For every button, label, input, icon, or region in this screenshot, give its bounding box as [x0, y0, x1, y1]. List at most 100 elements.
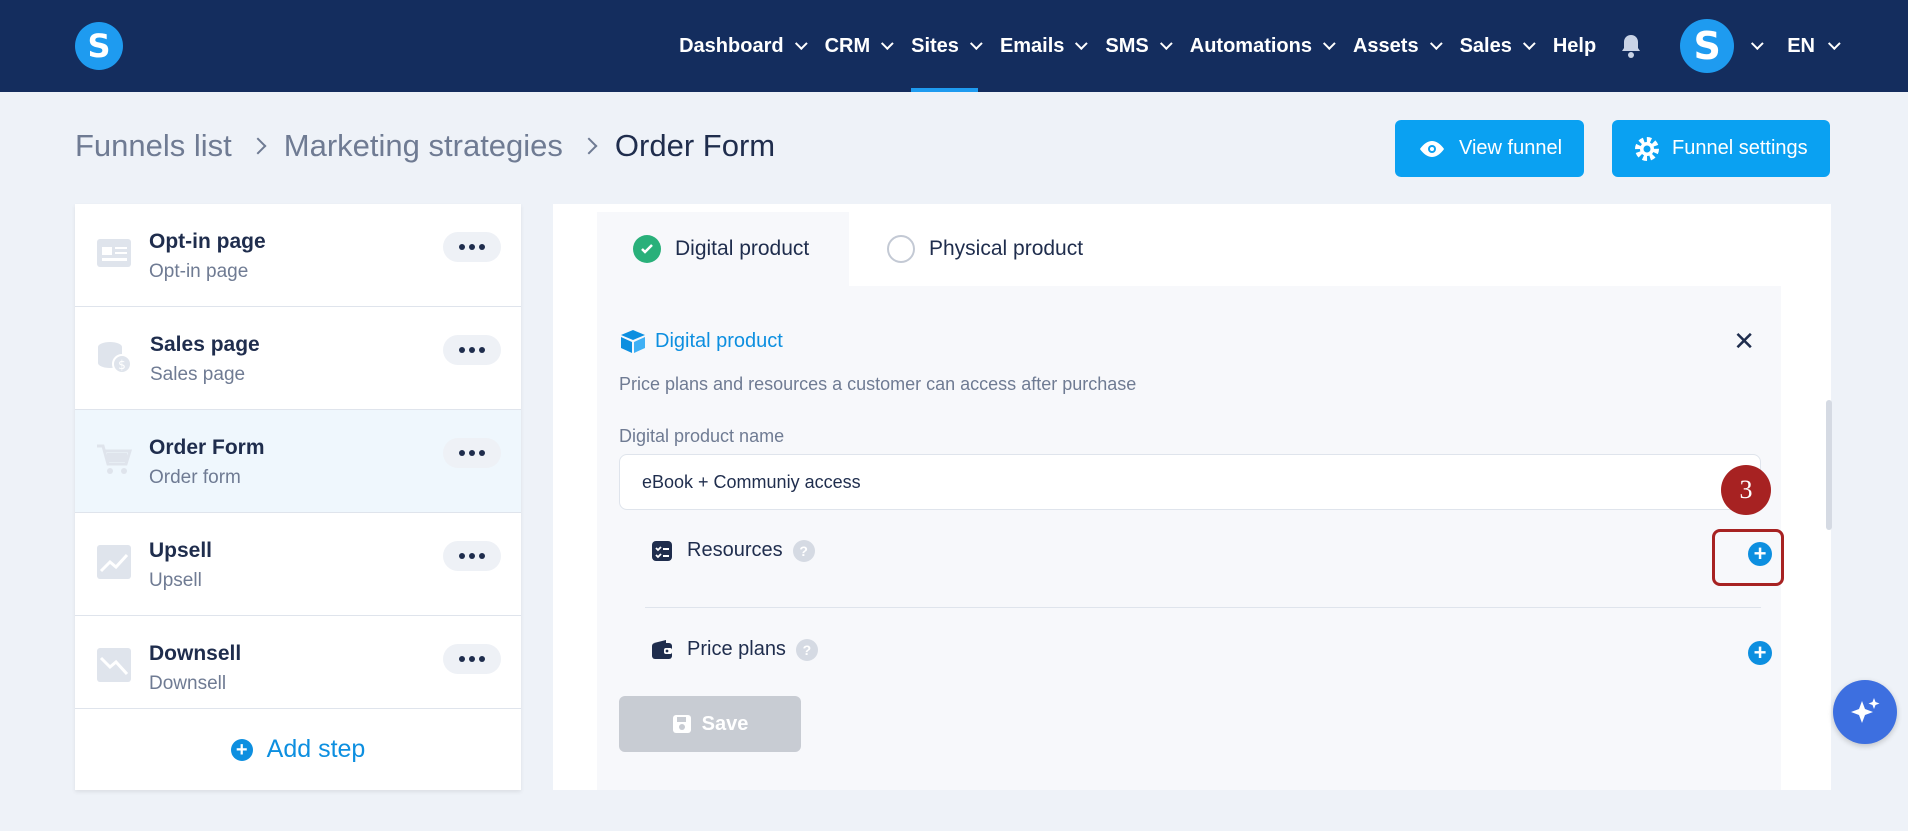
add-step-button[interactable]: + Add step: [75, 709, 521, 790]
chevron-right-icon: [580, 137, 598, 155]
nav-sales[interactable]: Sales: [1459, 0, 1536, 92]
chevron-down-icon: [881, 36, 894, 50]
more-options-button[interactable]: [443, 541, 501, 571]
nav-assets[interactable]: Assets: [1352, 0, 1443, 92]
help-icon[interactable]: ?: [795, 638, 818, 661]
chevron-down-icon: [1075, 36, 1089, 50]
chevron-down-icon: [969, 36, 983, 50]
more-options-button[interactable]: [443, 232, 501, 262]
chevron-down-icon: [1159, 36, 1173, 50]
breadcrumb-funnels-list[interactable]: Funnels list: [75, 128, 232, 164]
nav-emails[interactable]: Emails: [999, 0, 1089, 92]
scrollbar[interactable]: [1826, 400, 1832, 530]
price-plans-row: Price plans ?: [651, 638, 818, 661]
step-downsell[interactable]: Downsell Downsell: [75, 616, 521, 709]
top-navbar: S Dashboard CRM Sites Emails SMS Automat…: [0, 0, 1908, 92]
step-title: Opt-in page: [149, 230, 266, 253]
step-title: Upsell: [149, 539, 213, 562]
funnel-settings-button[interactable]: Funnel settings: [1612, 120, 1830, 177]
svg-text:$: $: [118, 358, 126, 372]
section-heading-label: Digital product: [655, 329, 783, 352]
nav-help[interactable]: Help: [1553, 0, 1596, 92]
cart-icon: [97, 444, 133, 474]
nav-label: Sales: [1459, 34, 1512, 57]
product-editor-panel: Digital product Physical product Digital…: [553, 204, 1831, 790]
nav-label: Emails: [999, 34, 1065, 57]
eye-icon: [1420, 140, 1444, 157]
nav-label: Dashboard: [679, 34, 784, 57]
sparkles-icon: [1851, 698, 1880, 723]
optin-page-icon: [97, 239, 131, 267]
tab-label: Physical product: [929, 237, 1084, 260]
chevron-down-icon: [1522, 36, 1536, 50]
more-options-button[interactable]: [443, 335, 501, 365]
breadcrumb: Funnels list Marketing strategies Order …: [75, 128, 775, 164]
step-title: Order Form: [149, 436, 265, 459]
add-price-plan-button[interactable]: +: [1748, 641, 1772, 665]
language-selector[interactable]: EN: [1787, 34, 1841, 58]
step-sales-page[interactable]: $ Sales page Sales page: [75, 307, 521, 410]
step-subtitle: Order form: [149, 467, 241, 488]
nav-sites[interactable]: Sites: [911, 0, 983, 92]
digital-product-form: Digital product ✕ Price plans and resour…: [597, 286, 1781, 790]
nav-sms[interactable]: SMS: [1105, 0, 1173, 92]
breadcrumb-marketing-strategies[interactable]: Marketing strategies: [284, 128, 563, 164]
price-plans-label: Price plans: [687, 638, 786, 660]
floppy-disk-icon: [672, 715, 691, 733]
step-upsell[interactable]: Upsell Upsell: [75, 513, 521, 616]
view-funnel-button[interactable]: View funnel: [1395, 120, 1585, 177]
step-subtitle: Downsell: [149, 673, 227, 694]
checklist-icon: [652, 540, 672, 561]
nav-label: CRM: [824, 34, 871, 57]
section-heading: Digital product: [619, 328, 783, 354]
chevron-down-icon: [794, 36, 808, 50]
nav-label: Assets: [1352, 34, 1419, 57]
product-name-input[interactable]: eBook + Communiy access: [619, 454, 1761, 510]
page-title: Order Form: [614, 128, 776, 163]
step-title: Sales page: [150, 333, 260, 356]
section-description: Price plans and resources a customer can…: [619, 374, 1137, 394]
step-opt-in-page[interactable]: Opt-in page Opt-in page: [75, 204, 521, 307]
add-step-label: Add step: [266, 735, 366, 763]
nav-automations[interactable]: Automations: [1189, 0, 1336, 92]
step-subtitle: Sales page: [150, 364, 246, 385]
nav-dashboard[interactable]: Dashboard: [679, 0, 808, 92]
more-options-button[interactable]: [443, 438, 501, 468]
step-title: Downsell: [149, 642, 242, 665]
gear-icon: [1635, 136, 1659, 161]
save-button[interactable]: Save: [619, 696, 801, 752]
chart-down-icon: [97, 648, 131, 682]
app-logo[interactable]: S: [75, 22, 123, 70]
step-highlight-box: [1712, 529, 1784, 586]
view-funnel-label: View funnel: [1459, 137, 1563, 159]
language-label: EN: [1787, 34, 1815, 57]
nav-label: Sites: [911, 34, 959, 57]
check-circle-icon: [633, 235, 661, 263]
radio-icon: [887, 235, 915, 263]
step-number-badge: 3: [1721, 465, 1771, 515]
chevron-down-icon: [1429, 36, 1443, 50]
user-avatar[interactable]: S: [1680, 19, 1735, 73]
save-label: Save: [701, 712, 749, 735]
plus-circle-icon: +: [230, 738, 253, 761]
tab-digital-product[interactable]: Digital product: [597, 212, 849, 286]
divider: [645, 607, 1761, 608]
nav-label: Automations: [1189, 34, 1312, 57]
nav-label: SMS: [1105, 34, 1149, 57]
bell-icon[interactable]: [1618, 0, 1644, 92]
help-icon[interactable]: ?: [792, 539, 815, 562]
ai-assistant-button[interactable]: [1833, 680, 1897, 744]
nav-crm[interactable]: CRM: [824, 0, 894, 92]
funnel-steps-panel: Opt-in page Opt-in page $ Sales page Sal…: [75, 204, 521, 790]
tab-physical-product[interactable]: Physical product: [887, 212, 1083, 286]
resources-row: Resources ?: [651, 539, 815, 562]
step-subtitle: Upsell: [149, 570, 202, 591]
product-name-label: Digital product name: [619, 426, 785, 446]
tab-label: Digital product: [675, 237, 810, 260]
step-order-form[interactable]: Order Form Order form: [75, 410, 521, 513]
chevron-down-icon[interactable]: [1751, 36, 1764, 50]
box-icon: [621, 330, 645, 353]
more-options-button[interactable]: [443, 644, 501, 674]
chevron-down-icon: [1322, 36, 1336, 50]
close-icon[interactable]: ✕: [1733, 326, 1755, 357]
